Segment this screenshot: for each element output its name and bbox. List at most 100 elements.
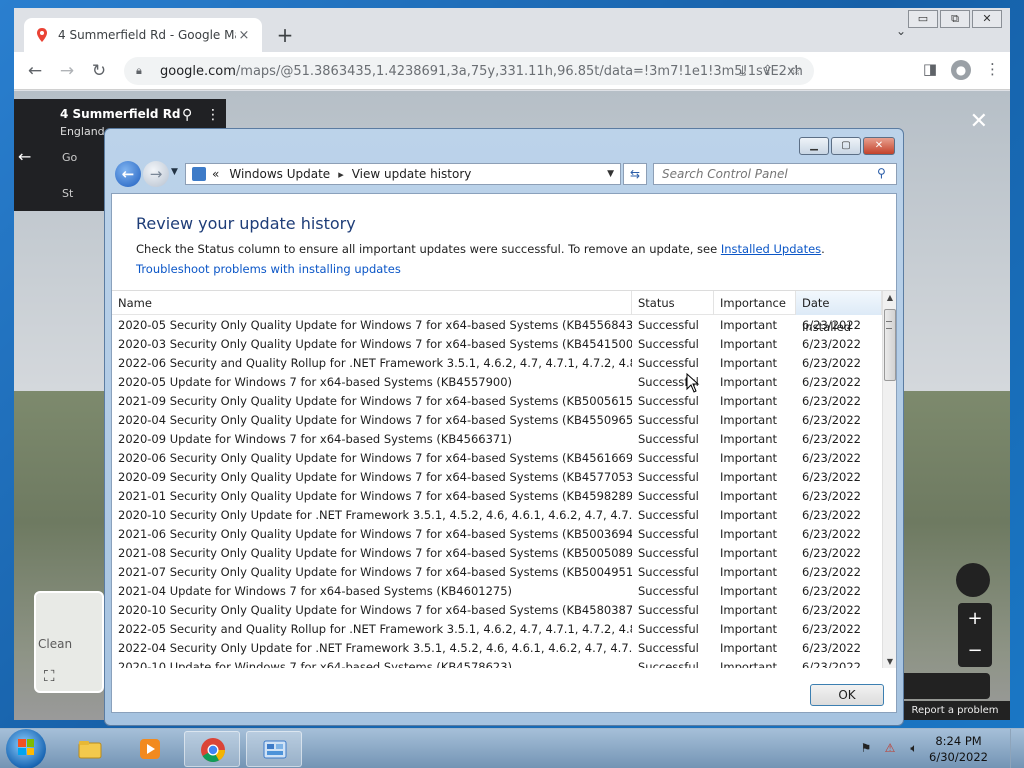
volume-icon[interactable]: 🔈︎ <box>906 741 922 757</box>
close-button[interactable]: ✕ <box>972 10 1002 28</box>
cell-status: Successful <box>638 413 699 427</box>
cell-importance: Important <box>720 451 778 465</box>
breadcrumb-separator-icon: ▸ <box>338 167 344 181</box>
search-icon[interactable]: ⚲ <box>877 166 886 180</box>
column-header-name[interactable]: Name <box>112 291 632 315</box>
breadcrumb-overflow[interactable]: « <box>212 167 219 181</box>
taskbar-media-player[interactable] <box>122 731 178 767</box>
pin-icon[interactable]: ⚲ <box>182 107 192 123</box>
table-row[interactable]: 2021-08 Security Only Quality Update for… <box>112 544 882 563</box>
chrome-icon <box>201 738 225 763</box>
search-control-panel-input[interactable] <box>653 163 897 185</box>
table-row[interactable]: 2020-05 Security Only Quality Update for… <box>112 316 882 335</box>
table-row[interactable]: 2020-10 Security Only Update for .NET Fr… <box>112 506 882 525</box>
bookmark-star-icon[interactable]: ☆ <box>789 63 802 79</box>
table-row[interactable]: 2020-03 Security Only Quality Update for… <box>112 335 882 354</box>
table-row[interactable]: 2020-04 Security Only Quality Update for… <box>112 411 882 430</box>
address-dropdown-icon[interactable]: ▼ <box>607 169 614 179</box>
new-tab-button[interactable]: + <box>272 22 298 48</box>
table-row[interactable]: 2022-05 Security and Quality Rollup for … <box>112 620 882 639</box>
table-row[interactable]: 2021-04 Update for Windows 7 for x64-bas… <box>112 582 882 601</box>
report-problem-link[interactable]: Report a problem <box>900 701 1010 720</box>
cell-date-installed: 6/23/2022 <box>802 356 861 370</box>
column-header-status[interactable]: Status <box>632 291 714 315</box>
table-row[interactable]: 2020-10 Update for Windows 7 for x64-bas… <box>112 658 882 668</box>
scrollbar-thumb[interactable] <box>884 309 896 381</box>
start-button[interactable] <box>6 729 46 768</box>
compass-icon[interactable] <box>956 563 990 597</box>
cell-importance: Important <box>720 337 778 351</box>
more-options-icon[interactable]: ⋮ <box>206 107 220 123</box>
taskbar-control-panel[interactable] <box>246 731 302 767</box>
back-arrow-icon[interactable]: ← <box>24 60 46 82</box>
tab-strip: 4 Summerfield Rd - Google Map × + ⌄ ▭ ⧉ … <box>14 8 1010 52</box>
toolbar-right: ◨ ● ⋮ <box>923 60 1000 80</box>
share-icon[interactable]: ⇪ <box>762 63 774 79</box>
ok-button[interactable]: OK <box>810 684 884 706</box>
table-row[interactable]: 2022-06 Security and Quality Rollup for … <box>112 354 882 373</box>
dialog-navigation: ← → ▼ « Windows Update ▸ View update his… <box>113 161 897 189</box>
taskbar-chrome[interactable] <box>184 731 240 767</box>
tab-google-maps[interactable]: 4 Summerfield Rd - Google Map × <box>24 18 262 52</box>
installed-updates-link[interactable]: Installed Updates <box>721 242 821 256</box>
cell-status: Successful <box>638 337 699 351</box>
reload-icon[interactable]: ↻ <box>88 60 110 82</box>
close-street-view-icon[interactable]: ✕ <box>970 109 988 134</box>
table-row[interactable]: 2020-05 Update for Windows 7 for x64-bas… <box>112 373 882 392</box>
cell-status: Successful <box>638 584 699 598</box>
minimap[interactable]: Clean ⛶ <box>34 591 104 693</box>
refresh-icon[interactable]: ⇆ <box>623 163 647 185</box>
dialog-maximize-button[interactable]: ▢ <box>831 137 861 155</box>
cell-status: Successful <box>638 394 699 408</box>
table-row[interactable]: 2021-01 Security Only Quality Update for… <box>112 487 882 506</box>
cell-importance: Important <box>720 622 778 636</box>
cell-name: 2021-04 Update for Windows 7 for x64-bas… <box>118 584 513 598</box>
show-desktop-button[interactable] <box>1010 729 1024 768</box>
profile-avatar-icon[interactable]: ● <box>951 60 971 80</box>
table-row[interactable]: 2020-09 Update for Windows 7 for x64-bas… <box>112 430 882 449</box>
vertical-scrollbar[interactable]: ▲ ▼ <box>882 291 896 668</box>
minimize-button[interactable]: ▭ <box>908 10 938 28</box>
address-bar[interactable]: 🔒︎ google.com/maps/@51.3863435,1.4238691… <box>124 57 814 85</box>
column-header-importance[interactable]: Importance <box>714 291 796 315</box>
layers-control[interactable] <box>900 673 990 699</box>
taskbar-clock[interactable]: 8:24 PM 6/30/2022 <box>929 733 988 765</box>
dialog-minimize-button[interactable]: ▁ <box>799 137 829 155</box>
folder-icon <box>78 741 102 759</box>
cell-date-installed: 6/23/2022 <box>802 660 861 668</box>
table-row[interactable]: 2021-06 Security Only Quality Update for… <box>112 525 882 544</box>
zoom-in-button[interactable]: + <box>958 603 992 635</box>
window-controls: ▭ ⧉ ✕ <box>908 10 1002 28</box>
breadcrumb[interactable]: « Windows Update ▸ View update history ▼ <box>185 163 621 185</box>
table-row[interactable]: 2020-06 Security Only Quality Update for… <box>112 449 882 468</box>
recent-pages-dropdown-icon[interactable]: ▼ <box>171 167 178 177</box>
menu-kebab-icon[interactable]: ⋮ <box>985 60 1000 80</box>
back-arrow-icon[interactable]: ← <box>115 161 141 187</box>
column-header-date-installed[interactable]: Date Installed <box>796 291 882 334</box>
scroll-down-icon[interactable]: ▼ <box>883 655 896 668</box>
troubleshoot-link[interactable]: Troubleshoot problems with installing up… <box>136 262 401 276</box>
side-panel-icon[interactable]: ◨ <box>923 60 937 80</box>
restore-button[interactable]: ⧉ <box>940 10 970 28</box>
forward-arrow-icon[interactable]: → <box>56 60 78 82</box>
table-row[interactable]: 2020-09 Security Only Quality Update for… <box>112 468 882 487</box>
table-row[interactable]: 2022-04 Security Only Update for .NET Fr… <box>112 639 882 658</box>
table-row[interactable]: 2021-07 Security Only Quality Update for… <box>112 563 882 582</box>
table-row[interactable]: 2021-09 Security Only Quality Update for… <box>112 392 882 411</box>
dialog-close-button[interactable]: ✕ <box>863 137 895 155</box>
taskbar-explorer[interactable] <box>62 731 118 767</box>
forward-arrow-icon[interactable]: → <box>143 161 169 187</box>
scroll-up-icon[interactable]: ▲ <box>883 291 896 305</box>
tab-close-icon[interactable]: × <box>236 28 252 43</box>
breadcrumb-windows-update[interactable]: Windows Update <box>229 167 330 181</box>
tab-search-chevron-icon[interactable]: ⌄ <box>896 24 906 38</box>
network-warning-icon[interactable]: ⚠ <box>882 741 898 757</box>
expand-icon[interactable]: ⛶ <box>44 667 55 685</box>
breadcrumb-view-update-history[interactable]: View update history <box>352 167 472 181</box>
zoom-out-button[interactable]: − <box>958 635 992 667</box>
install-icon[interactable]: ⤓ <box>740 63 746 79</box>
action-center-icon[interactable]: ⚑ <box>858 741 874 757</box>
back-arrow-icon[interactable]: ← <box>18 147 31 166</box>
table-row[interactable]: 2020-10 Security Only Quality Update for… <box>112 601 882 620</box>
windows-update-window: ▁ ▢ ✕ ← → ▼ « Windows Update ▸ View upda… <box>104 128 904 726</box>
